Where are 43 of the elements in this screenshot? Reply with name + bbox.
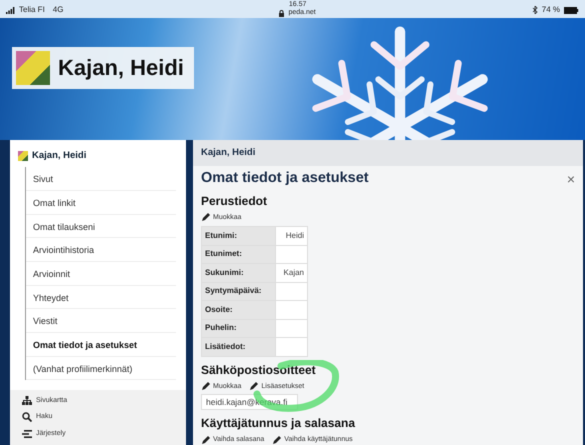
avatar-photo <box>18 151 28 162</box>
field-label: Lisätiedot: <box>202 338 276 356</box>
sidebar-item[interactable]: Arviointihistoria <box>26 238 176 262</box>
sidebar-item[interactable]: Omat tiedot ja asetukset <box>26 333 176 357</box>
pencil-icon <box>201 382 210 392</box>
sidebar-item[interactable]: Omat tilaukseni <box>26 214 176 238</box>
page-title: Omat tiedot ja asetukset <box>201 170 369 188</box>
battery-percent: 74 % <box>542 4 560 16</box>
lock-icon <box>279 10 284 16</box>
battery-icon <box>564 6 579 14</box>
field-label: Etunimi: <box>202 226 276 246</box>
signal-icon <box>6 6 15 14</box>
sidebar-item[interactable]: Omat linkit <box>26 190 176 215</box>
field-label: Sukunimi: <box>202 264 276 282</box>
field-label: Osoite: <box>202 300 276 320</box>
section-heading: Käyttäjätunnus ja salasana <box>201 415 356 432</box>
network-type: 4G <box>52 4 64 16</box>
field-value: Kajan <box>276 264 308 282</box>
close-button[interactable]: × <box>566 172 575 186</box>
carrier-name: Telia FI <box>19 4 45 16</box>
avatar-photo <box>16 51 50 85</box>
field-label: Puhelin: <box>202 319 276 338</box>
sidebar-item[interactable]: Arvioinnit <box>26 262 176 286</box>
section-heading: Sähköpostiosoitteet <box>201 362 317 379</box>
sidebar-item[interactable]: Yhteydet <box>26 286 176 310</box>
breadcrumb-title: Kajan, Heidi <box>193 140 583 166</box>
pencil-icon <box>201 213 210 222</box>
bluetooth-icon <box>532 6 538 14</box>
sitemap-icon <box>22 396 32 406</box>
field-label: Etunimet: <box>202 245 276 264</box>
site-title: Kajan, Heidi <box>58 54 184 82</box>
pencil-icon <box>249 382 258 392</box>
list-icon <box>22 428 32 439</box>
sidebar-item[interactable]: Sivut <box>26 167 176 191</box>
sidebar-item[interactable]: (Vanhat profiilimerkinnät) <box>26 356 176 380</box>
section-heading: Perustiedot <box>201 192 268 210</box>
pencil-icon <box>201 436 210 445</box>
field-value: Heidi <box>276 226 308 246</box>
search-icon <box>22 412 32 422</box>
sidebar-title-link[interactable]: Kajan, Heidi <box>32 149 86 164</box>
field-label: Syntymäpäivä: <box>202 282 276 301</box>
pencil-icon <box>272 436 282 445</box>
sidebar-item[interactable]: Viestit <box>26 309 176 334</box>
